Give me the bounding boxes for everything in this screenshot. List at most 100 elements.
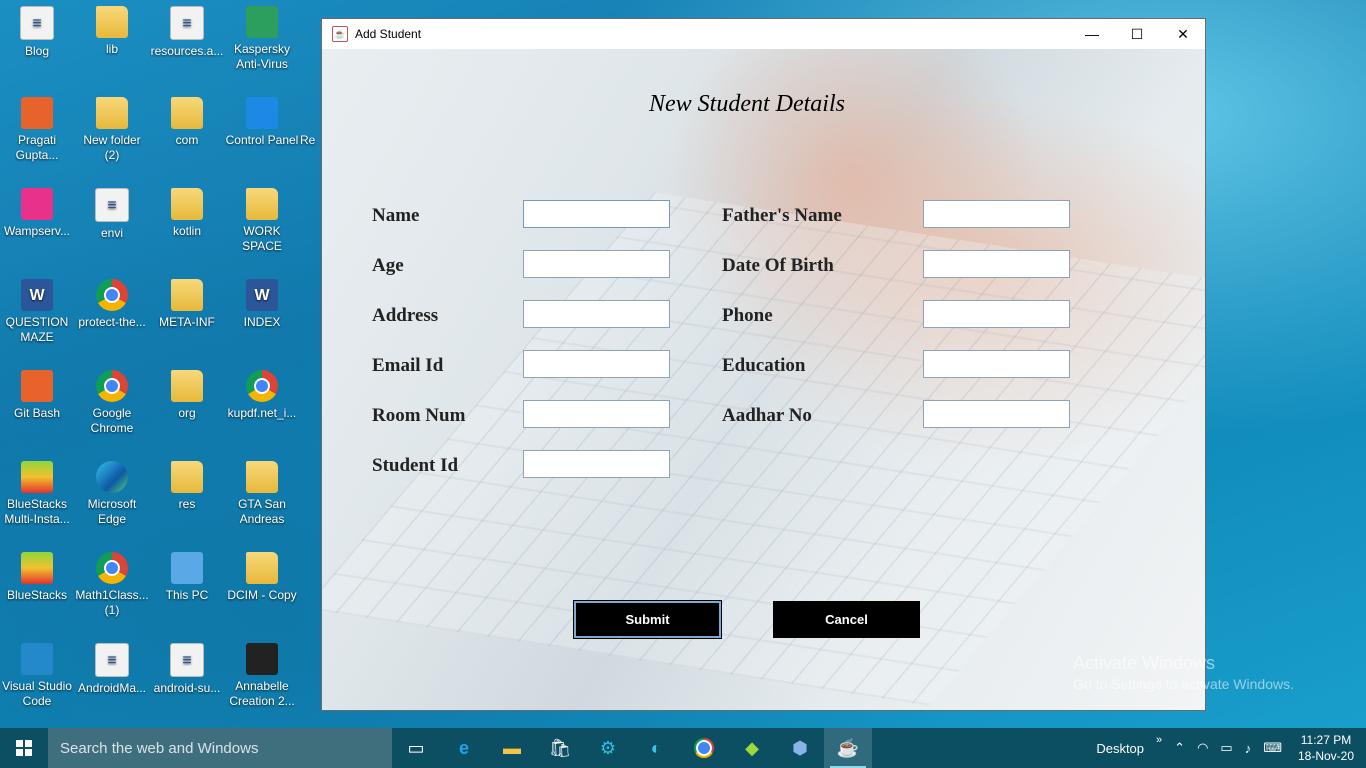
add-student-window: ☕ Add Student — ☐ ✕ New Student Details … (321, 18, 1206, 711)
desktop-icon[interactable]: ≡ android-su... (150, 643, 224, 696)
address-field[interactable] (523, 300, 670, 328)
java-icon[interactable]: ☕ (824, 728, 872, 768)
ie-icon[interactable]: e (440, 728, 488, 768)
desktop-icon[interactable]: BlueStacks (0, 552, 74, 603)
watermark-title: Activate Windows (1073, 653, 1216, 673)
battery-icon[interactable]: ▭ (1220, 740, 1232, 756)
desktop-icon-label: BlueStacks (6, 588, 68, 602)
desktop-icon[interactable]: WORK SPACE (225, 188, 299, 254)
aadhar-field[interactable] (923, 400, 1070, 428)
room-num-label: Room Num (372, 405, 466, 426)
room-num-field[interactable] (523, 400, 670, 428)
chrome-icon[interactable] (680, 728, 728, 768)
minimize-button[interactable]: — (1069, 19, 1115, 49)
title-bar[interactable]: ☕ Add Student — ☐ ✕ (322, 19, 1205, 49)
desktop-icon-label: INDEX (243, 315, 281, 329)
desktop-icon[interactable]: org (150, 370, 224, 421)
email-label: Email Id (372, 355, 444, 376)
phone-label: Phone (722, 305, 773, 326)
education-field[interactable] (923, 350, 1070, 378)
desktop-icon[interactable]: Wampserv... (0, 188, 74, 239)
desktop-icon[interactable]: Pragati Gupta... (0, 97, 74, 163)
desktop-icon-label: Math1Class... (1) (75, 588, 149, 617)
toolbar-chevron-icon[interactable]: » (1156, 734, 1162, 746)
desktop-icon[interactable]: W QUESTION MAZE (0, 279, 74, 345)
virtualbox-icon[interactable]: ⬢ (776, 728, 824, 768)
desktop-icon[interactable]: Control Panel (225, 97, 299, 148)
desktop-icon[interactable]: kupdf.net_i... (225, 370, 299, 421)
desktop-icon[interactable]: ≡ envi (75, 188, 149, 241)
desktop-icon[interactable]: lib (75, 6, 149, 57)
activate-windows-watermark: Activate Windows Go to Settings to activ… (1073, 653, 1294, 692)
window-title: Add Student (355, 27, 422, 41)
desktop-icon[interactable]: ≡ AndroidMa... (75, 643, 149, 696)
start-button[interactable] (0, 728, 48, 768)
desktop-icon[interactable]: ≡ resources.a... (150, 6, 224, 59)
desktop-icon[interactable]: Google Chrome (75, 370, 149, 436)
edge-icon[interactable]: ◐ (632, 728, 680, 768)
form-heading: New Student Details (649, 91, 845, 117)
submit-button[interactable]: Submit (573, 600, 722, 639)
desktop-icon-label: Visual Studio Code (2, 679, 72, 708)
dob-field[interactable] (923, 250, 1070, 278)
desktop-icon[interactable]: Math1Class... (1) (75, 552, 149, 618)
desktop-icon-label: Wampserv... (3, 224, 70, 238)
settings-icon[interactable]: ⚙ (584, 728, 632, 768)
desktop-icon[interactable]: com (150, 97, 224, 148)
age-field[interactable] (523, 250, 670, 278)
desktop-icon[interactable]: res (150, 461, 224, 512)
desktop-icon[interactable]: This PC (150, 552, 224, 603)
desktop-icon[interactable]: New folder (2) (75, 97, 149, 163)
search-box[interactable]: Search the web and Windows (48, 728, 392, 768)
java-app-icon: ☕ (332, 26, 348, 42)
volume-icon[interactable]: ♪ (1245, 741, 1252, 756)
desktop-icon-label: Pragati Gupta... (15, 133, 59, 162)
desktop-icon[interactable]: META-INF (150, 279, 224, 330)
age-label: Age (372, 255, 404, 276)
address-label: Address (372, 305, 439, 326)
email-field[interactable] (523, 350, 670, 378)
chrome-icon (96, 552, 128, 584)
desktop-icon[interactable]: Visual Studio Code (0, 643, 74, 709)
desktop-icon[interactable]: Git Bash (0, 370, 74, 421)
app-icon (246, 643, 278, 675)
bluestacks-icon[interactable]: ◆ (728, 728, 776, 768)
desktop-icon-label: Blog (24, 44, 50, 58)
name-field[interactable] (523, 200, 670, 228)
desktop-icon[interactable]: BlueStacks Multi-Insta... (0, 461, 74, 527)
task-view-icon[interactable]: ▭ (392, 728, 440, 768)
desktop-icon[interactable]: kotlin (150, 188, 224, 239)
desktop-icon[interactable]: protect-the... (75, 279, 149, 330)
maximize-button[interactable]: ☐ (1114, 19, 1160, 49)
folder-icon (171, 461, 203, 493)
wamp-icon (21, 188, 53, 220)
fathers-name-label: Father's Name (722, 205, 842, 226)
desktop-icon[interactable]: GTA San Andreas (225, 461, 299, 527)
store-icon[interactable]: 🛍 (536, 728, 584, 768)
desktop-icon[interactable]: W INDEX (225, 279, 299, 330)
student-id-field[interactable] (523, 450, 670, 478)
folder-icon (171, 370, 203, 402)
desktop-icon[interactable]: ≡ Blog (0, 6, 74, 59)
wifi-icon[interactable]: ◠ (1197, 740, 1208, 756)
desktop-icon-label: DCIM - Copy (227, 588, 297, 602)
desktop-icon[interactable]: Kaspersky Anti-Virus (225, 6, 299, 72)
desktop-icon-label: res (178, 497, 196, 511)
phone-field[interactable] (923, 300, 1070, 328)
desktop-icon-label: Git Bash (13, 406, 61, 420)
file-explorer-icon[interactable]: ▬ (488, 728, 536, 768)
desktop-toolbar-label[interactable]: Desktop (1096, 741, 1144, 756)
system-tray: Desktop » ⌃ ◠ ▭ ♪ ⌨ 11:27 PM 18-Nov-20 (1090, 728, 1366, 768)
clock[interactable]: 11:27 PM 18-Nov-20 (1298, 732, 1354, 764)
chevron-up-icon[interactable]: ⌃ (1174, 740, 1185, 756)
keyboard-icon[interactable]: ⌨ (1263, 740, 1282, 756)
close-button[interactable]: ✕ (1160, 19, 1206, 49)
desktop-icon[interactable]: DCIM - Copy (225, 552, 299, 603)
fathers-name-field[interactable] (923, 200, 1070, 228)
cancel-button[interactable]: Cancel (773, 601, 920, 638)
desktop-icon[interactable]: Annabelle Creation 2... (225, 643, 299, 709)
desktop-icon-label: WORK SPACE (242, 224, 282, 253)
document-icon: ≡ (95, 188, 129, 222)
desktop-icon[interactable]: Microsoft Edge (75, 461, 149, 527)
git-bash-icon (21, 370, 53, 402)
